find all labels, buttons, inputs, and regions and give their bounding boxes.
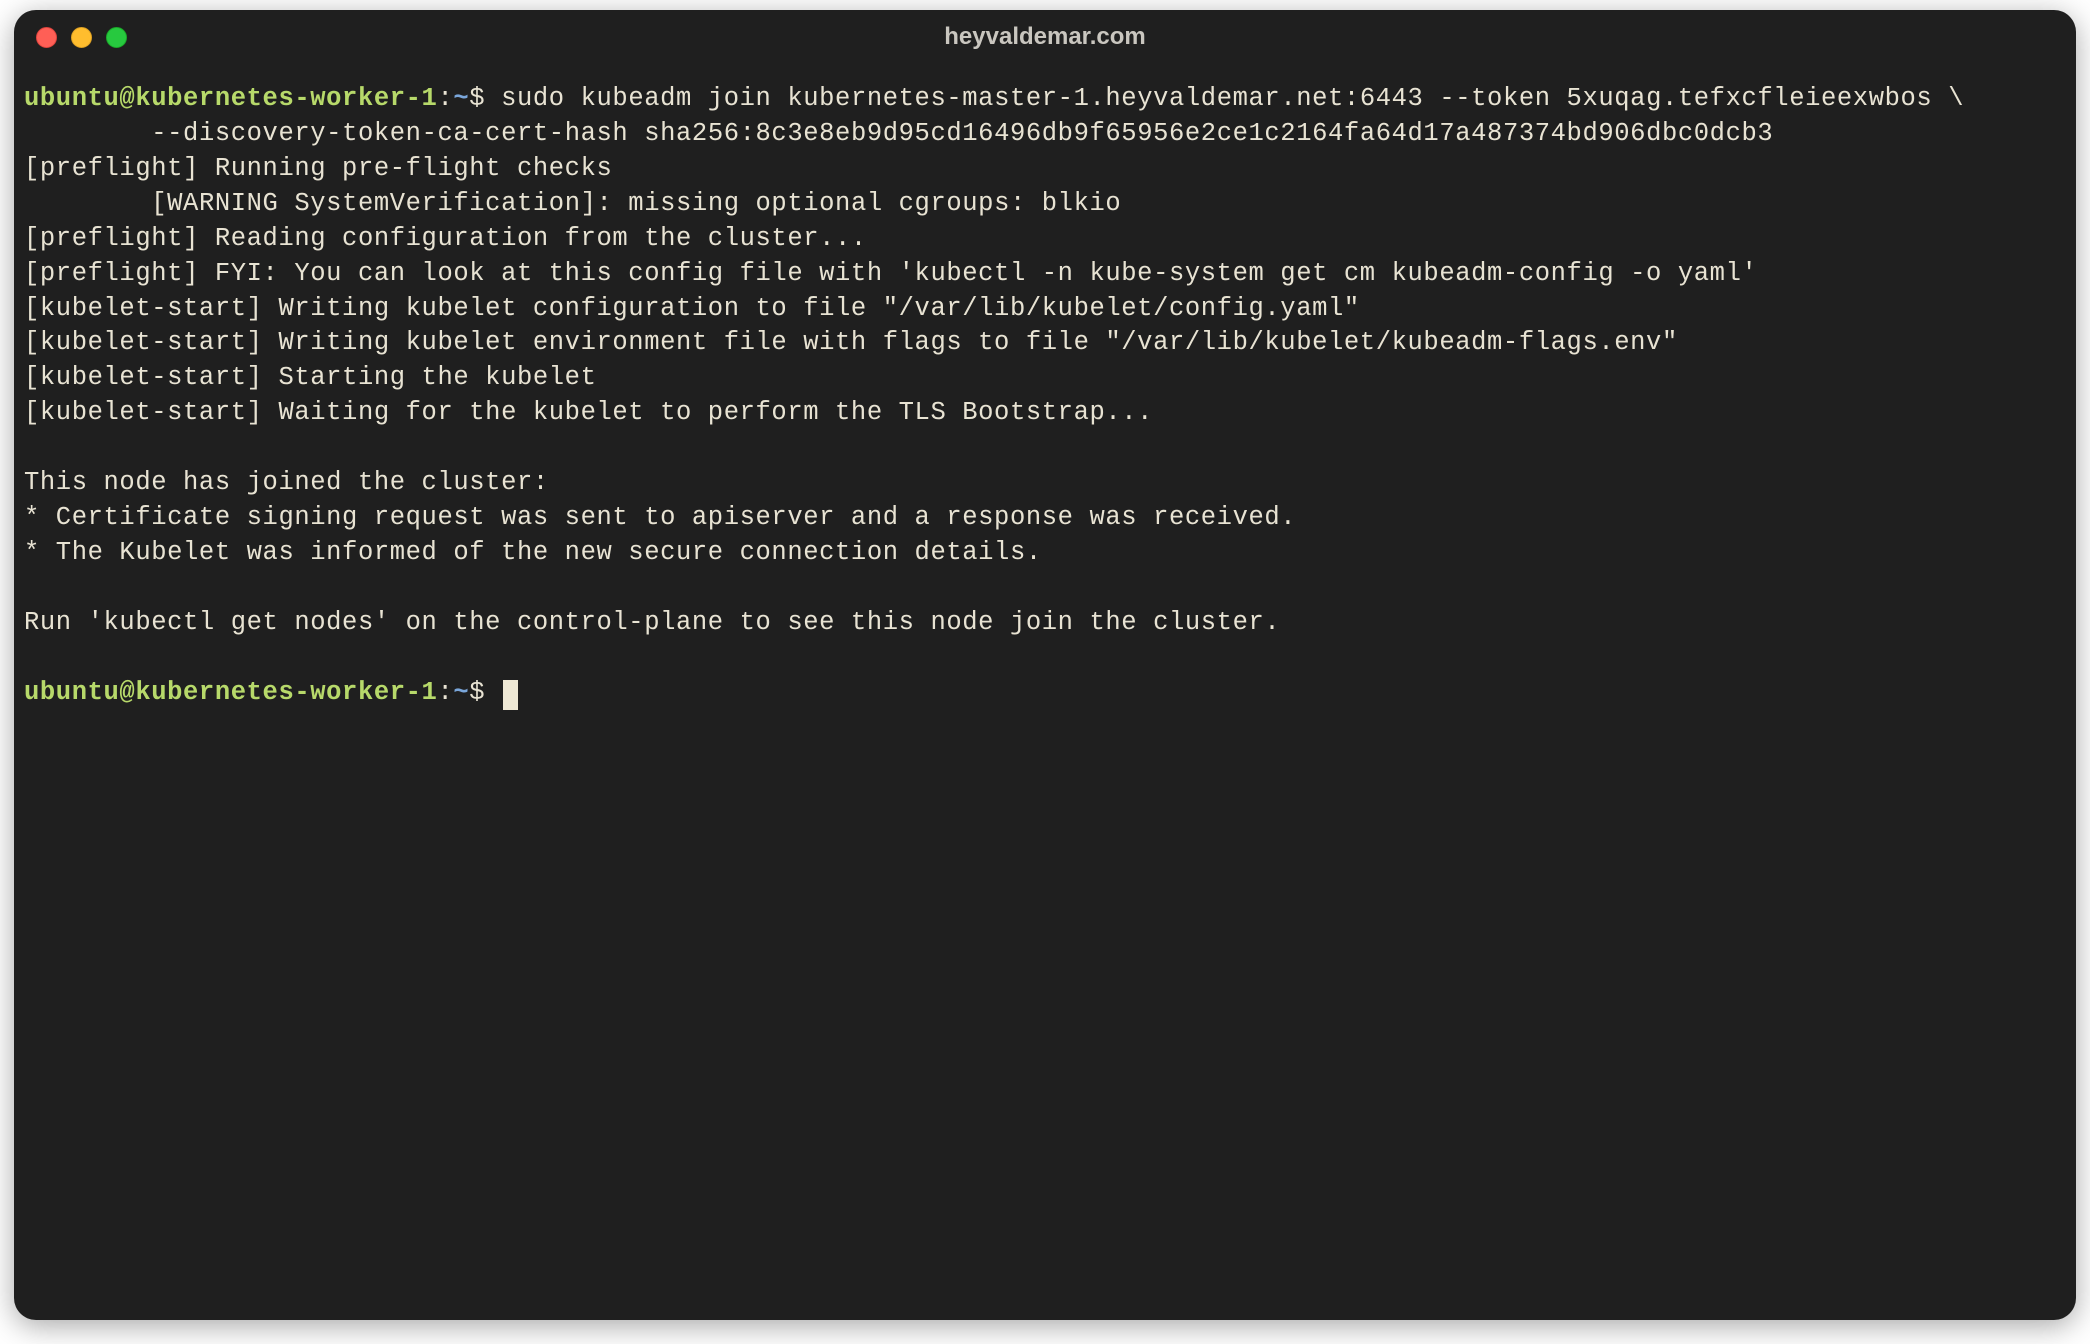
prompt-line-2: ubuntu@kubernetes-worker-1:~$ bbox=[24, 676, 2070, 711]
command-line-2: --discovery-token-ca-cert-hash sha256:8c… bbox=[24, 119, 1773, 148]
prompt-user-host: ubuntu@kubernetes-worker-1 bbox=[24, 678, 437, 707]
command-output: [preflight] Running pre-flight checks [W… bbox=[24, 154, 1757, 637]
terminal-window: heyvaldemar.com ubuntu@kubernetes-worker… bbox=[14, 10, 2076, 1320]
command-line-1: sudo kubeadm join kubernetes-master-1.he… bbox=[501, 84, 1964, 113]
prompt-path: ~ bbox=[453, 678, 469, 707]
cursor-icon bbox=[503, 680, 518, 710]
prompt-separator: : bbox=[437, 678, 453, 707]
prompt-symbol: $ bbox=[469, 84, 485, 113]
titlebar: heyvaldemar.com bbox=[14, 10, 2076, 64]
prompt-line-1: ubuntu@kubernetes-worker-1:~$ sudo kubea… bbox=[24, 82, 2070, 117]
prompt-symbol: $ bbox=[469, 678, 485, 707]
prompt-separator: : bbox=[437, 84, 453, 113]
command-text-1 bbox=[485, 84, 501, 113]
terminal-body[interactable]: ubuntu@kubernetes-worker-1:~$ sudo kubea… bbox=[14, 64, 2076, 1320]
window-controls bbox=[36, 27, 127, 48]
zoom-icon[interactable] bbox=[106, 27, 127, 48]
prompt-user-host: ubuntu@kubernetes-worker-1 bbox=[24, 84, 437, 113]
window-title: heyvaldemar.com bbox=[14, 23, 2076, 51]
prompt-path: ~ bbox=[453, 84, 469, 113]
minimize-icon[interactable] bbox=[71, 27, 92, 48]
close-icon[interactable] bbox=[36, 27, 57, 48]
